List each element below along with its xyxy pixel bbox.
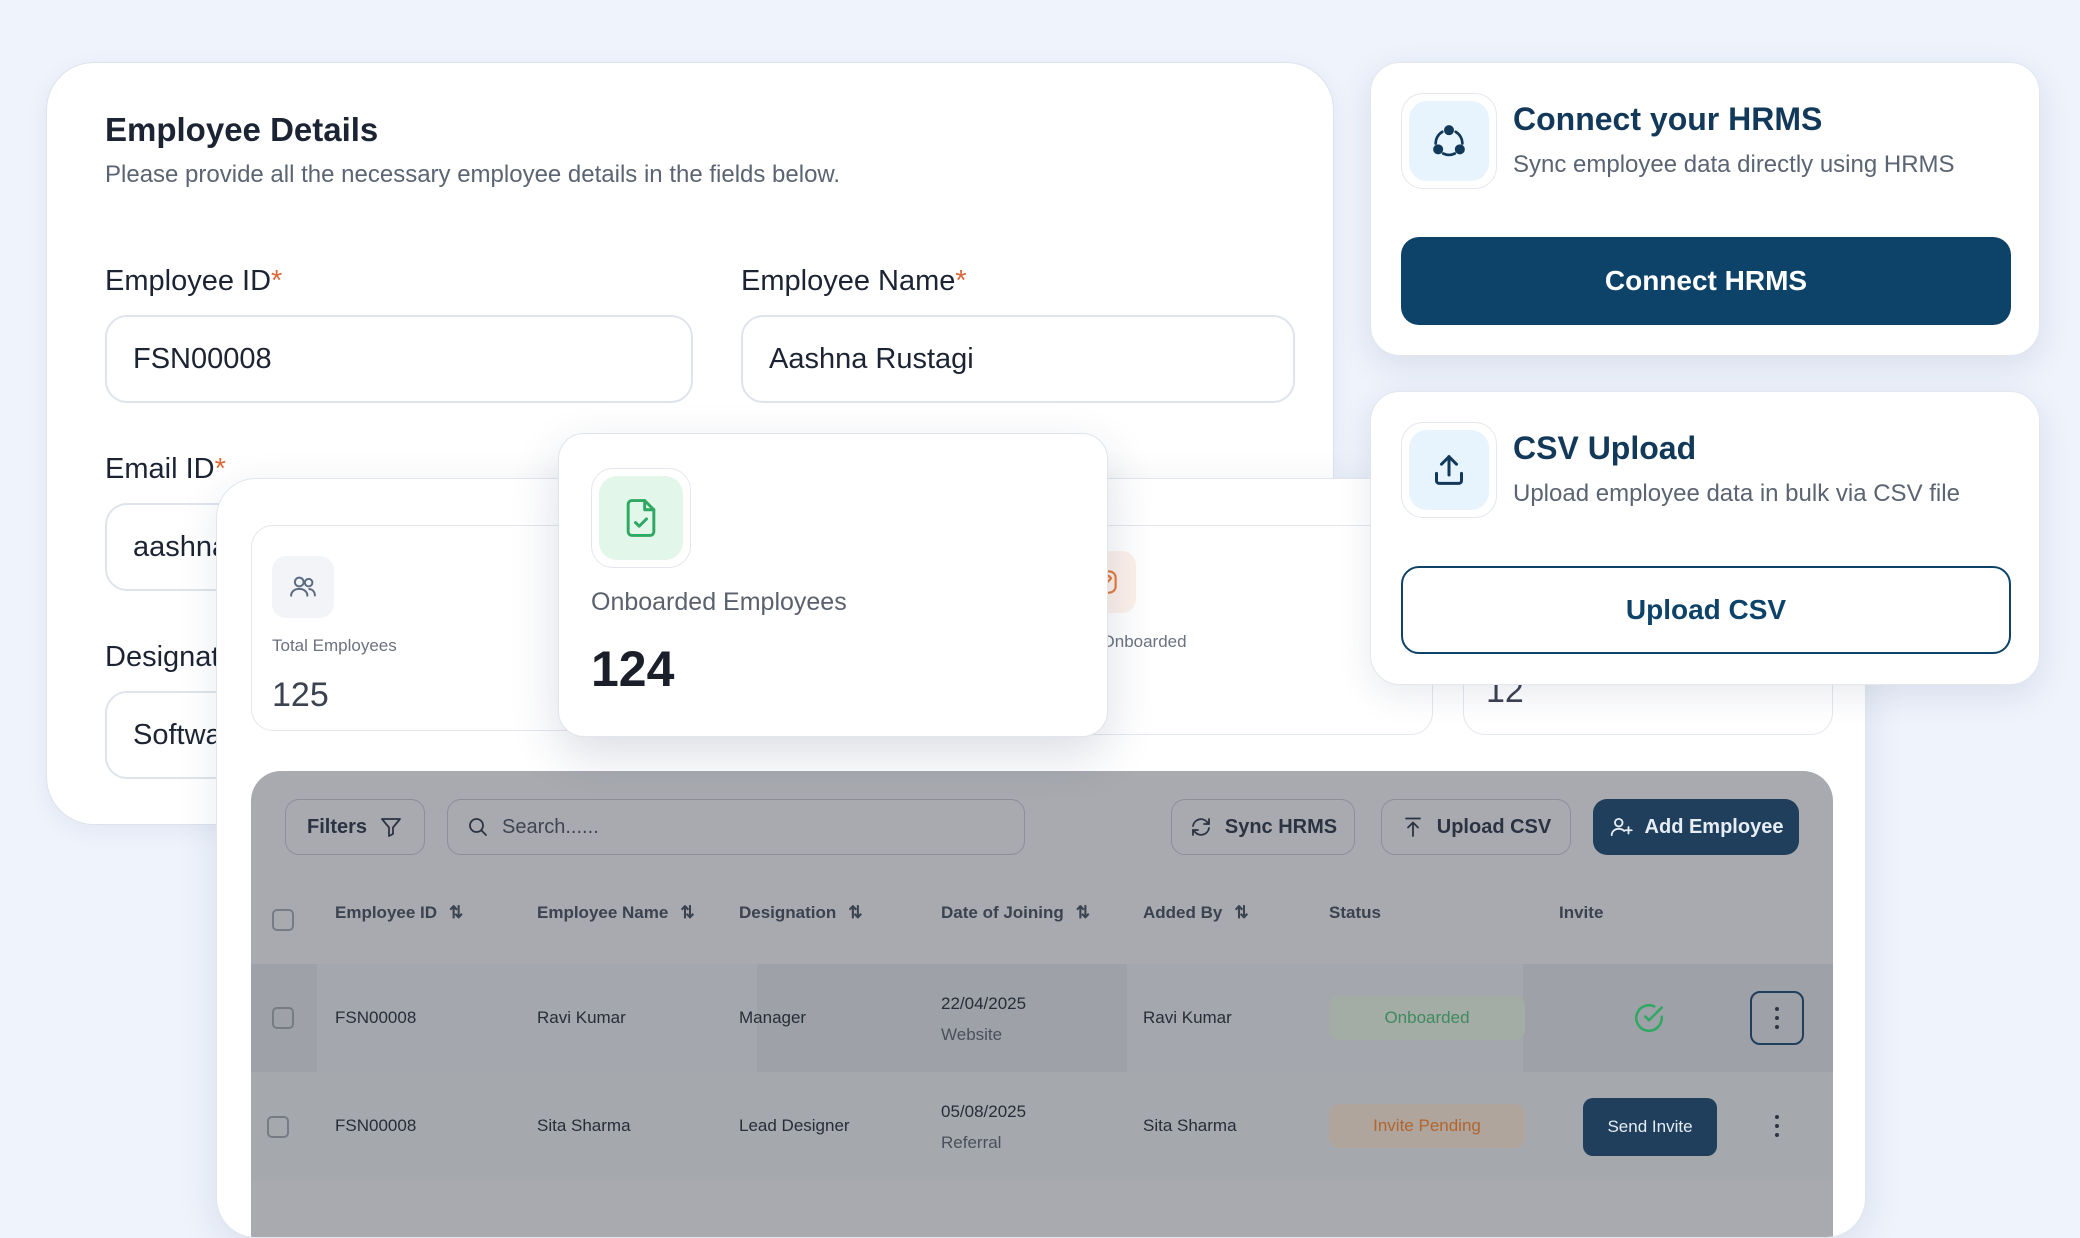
cell-added-by: Sita Sharma: [1143, 1116, 1237, 1135]
col-added-by[interactable]: Added By ⇅: [1143, 903, 1249, 923]
filters-label: Filters: [306, 815, 368, 838]
employee-id-label: Employee ID*: [105, 265, 283, 297]
col-employee-name[interactable]: Employee Name ⇅: [537, 903, 695, 923]
designation-label: Designat: [105, 641, 220, 673]
add-employee-button[interactable]: Add Employee: [1593, 799, 1799, 855]
filter-icon: [381, 818, 401, 837]
sync-hrms-button[interactable]: Sync HRMS: [1171, 799, 1355, 855]
hrms-title: Connect your HRMS: [1513, 101, 1823, 137]
connect-hrms-card: Connect your HRMS Sync employee data dir…: [1370, 62, 2040, 356]
stat-onboarded-value: 124: [591, 641, 675, 697]
add-employee-label: Add Employee: [1644, 815, 1784, 838]
cell-source: Referral: [941, 1133, 1002, 1152]
upload-csv-toolbar-button[interactable]: Upload CSV: [1381, 799, 1571, 855]
form-subtitle: Please provide all the necessary employe…: [105, 161, 841, 188]
row-actions-menu-button[interactable]: [1750, 991, 1804, 1045]
stat-total-value: 125: [272, 676, 329, 714]
sort-icon: ⇅: [1075, 903, 1091, 922]
table-row: FSN00008 Ravi Kumar Manager 22/04/2025 W…: [251, 964, 1833, 1072]
row-checkbox[interactable]: [267, 1116, 289, 1138]
table-row: FSN00008 Sita Sharma Lead Designer 05/08…: [251, 1072, 1833, 1180]
col-status: Status: [1329, 903, 1381, 922]
cell-designation: Lead Designer: [739, 1116, 850, 1135]
cell-date: 05/08/2025: [941, 1102, 1027, 1121]
users-icon: [272, 556, 334, 618]
sort-icon: ⇅: [680, 903, 695, 922]
col-date-of-joining[interactable]: Date of Joining ⇅: [941, 903, 1090, 923]
invite-accepted-check-icon: [1631, 1000, 1667, 1041]
upload-arrow-icon: [1404, 817, 1421, 837]
search-placeholder: Search......: [502, 815, 599, 838]
cell-employee-name: Ravi Kumar: [537, 1008, 626, 1027]
status-badge: Onboarded: [1329, 996, 1525, 1040]
sort-icon: ⇅: [449, 903, 464, 922]
employee-name-label: Employee Name*: [741, 265, 967, 297]
stat-total-label: Total Employees: [272, 636, 397, 655]
search-input[interactable]: Search......: [447, 799, 1025, 855]
select-all-checkbox[interactable]: [272, 909, 294, 931]
cell-employee-id: FSN00008: [335, 1116, 417, 1135]
hrms-subtitle: Sync employee data directly using HRMS: [1513, 151, 1955, 178]
sort-icon: ⇅: [1234, 903, 1249, 922]
cell-employee-name: Sita Sharma: [537, 1116, 631, 1135]
row-checkbox[interactable]: [272, 1007, 294, 1029]
connect-hrms-button[interactable]: Connect HRMS: [1401, 237, 2011, 325]
search-icon: [469, 818, 487, 836]
col-designation[interactable]: Designation ⇅: [739, 903, 863, 923]
employee-name-field[interactable]: Aashna Rustagi: [741, 315, 1295, 403]
onboarded-icon-frame: [591, 468, 691, 568]
upload-icon: [1409, 430, 1489, 510]
hrms-icon-frame: [1401, 93, 1497, 189]
col-invite: Invite: [1559, 903, 1604, 922]
add-user-icon: [1610, 817, 1633, 837]
cell-designation: Manager: [739, 1008, 807, 1027]
sync-label: Sync HRMS: [1224, 815, 1338, 838]
send-invite-button[interactable]: Send Invite: [1583, 1098, 1717, 1156]
csv-icon-frame: [1401, 422, 1497, 518]
file-check-icon: [599, 476, 683, 560]
filters-button[interactable]: Filters: [285, 799, 425, 855]
sync-icon: [1191, 818, 1210, 836]
csv-title: CSV Upload: [1513, 430, 1697, 466]
status-badge: Invite Pending: [1329, 1104, 1525, 1148]
cell-source: Website: [941, 1025, 1003, 1044]
email-id-label: Email ID*: [105, 453, 226, 485]
stat-onboarded-employees: Onboarded Employees 124: [558, 433, 1108, 737]
hrms-network-icon: [1409, 101, 1489, 181]
upload-csv-button[interactable]: Upload CSV: [1401, 566, 2011, 654]
employee-table-panel: Filters Search...... Sync HRMS Upload CS…: [251, 771, 1833, 1237]
form-title: Employee Details: [105, 111, 379, 148]
cell-employee-id: FSN00008: [335, 1008, 417, 1027]
csv-subtitle: Upload employee data in bulk via CSV fil…: [1513, 480, 1960, 507]
cell-added-by: Ravi Kumar: [1143, 1008, 1232, 1027]
csv-upload-card: CSV Upload Upload employee data in bulk …: [1370, 391, 2040, 685]
employee-id-field[interactable]: FSN00008: [105, 315, 693, 403]
row-actions-menu-button[interactable]: [1750, 1099, 1804, 1153]
sort-icon: ⇅: [848, 903, 863, 922]
stat-onboarded-label: Onboarded Employees: [591, 588, 847, 616]
upload-label: Upload CSV: [1436, 815, 1552, 838]
cell-date: 22/04/2025: [941, 994, 1027, 1013]
col-employee-id[interactable]: Employee ID ⇅: [335, 903, 463, 923]
